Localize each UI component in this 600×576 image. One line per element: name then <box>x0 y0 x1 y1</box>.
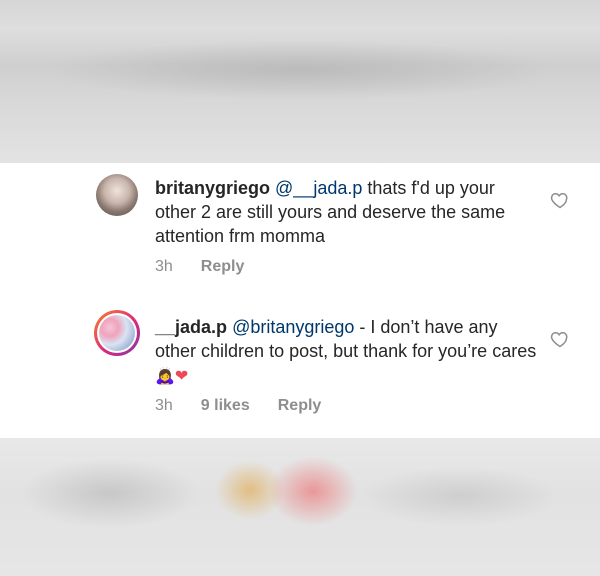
heart-outline-icon[interactable] <box>550 190 570 210</box>
avatar[interactable] <box>96 174 138 216</box>
comment-text: __jada.p @britanygriego - I don’t have a… <box>155 315 540 388</box>
comment-username[interactable]: __jada.p <box>155 317 227 337</box>
heart-outline-icon[interactable] <box>550 329 570 349</box>
comment-username[interactable]: britanygriego <box>155 178 270 198</box>
blurred-background-bottom <box>0 438 600 576</box>
comment-text: britanygriego @__jada.p thats f'd up you… <box>155 176 540 248</box>
comment-mention[interactable]: @__jada.p <box>275 178 362 198</box>
comment-mention[interactable]: @britanygriego <box>232 317 354 337</box>
comment-meta: 3h Reply <box>155 258 244 276</box>
comment-time: 3h <box>155 397 173 414</box>
avatar-photo <box>99 315 135 351</box>
blur-shape <box>360 466 560 526</box>
blurred-background-top <box>0 0 600 163</box>
avatar[interactable] <box>94 310 140 356</box>
comment-meta: 3h 9 likes Reply <box>155 397 321 415</box>
blur-shape <box>268 456 358 526</box>
red-heart-emoji-icon: ❤ <box>174 366 189 385</box>
blur-shape <box>20 458 200 528</box>
likes-count[interactable]: 9 likes <box>201 397 250 415</box>
reply-button[interactable]: Reply <box>201 258 245 276</box>
comment-time: 3h <box>155 258 173 275</box>
reply-button[interactable]: Reply <box>278 397 322 415</box>
avatar-ring-inner <box>97 313 137 353</box>
person-bowing-emoji-icon: 🙇‍♀️ <box>155 366 175 385</box>
comments-panel: britanygriego @__jada.p thats f'd up you… <box>0 163 600 438</box>
